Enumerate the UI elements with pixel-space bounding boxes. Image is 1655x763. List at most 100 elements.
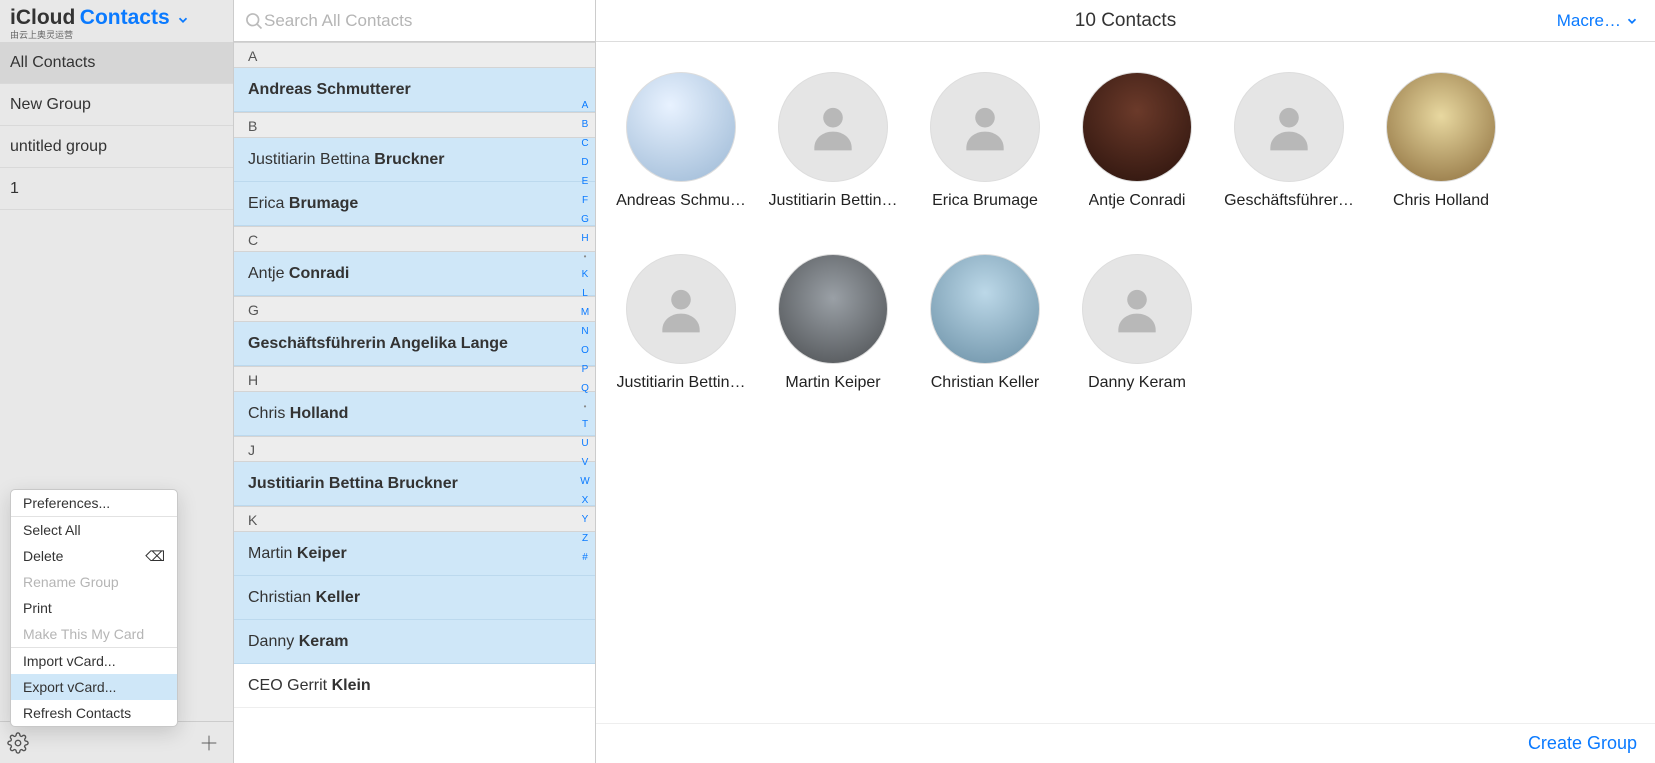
backspace-icon: ⌫ xyxy=(145,543,165,569)
contact-row[interactable]: Danny Keram xyxy=(234,620,595,664)
contact-card[interactable]: Erica Brumage xyxy=(930,72,1040,210)
alpha-jump[interactable]: • xyxy=(584,402,587,411)
avatar-photo xyxy=(778,254,888,364)
sidebar-item[interactable]: New Group xyxy=(0,84,233,126)
alpha-jump[interactable]: Y xyxy=(582,514,589,525)
search-input[interactable] xyxy=(264,11,585,31)
sort-label: Macre… xyxy=(1557,11,1621,31)
alpha-jump[interactable]: X xyxy=(582,495,589,506)
section-header: A xyxy=(234,42,595,68)
create-group-link[interactable]: Create Group xyxy=(1528,733,1637,754)
app-brand[interactable]: iCloud Contacts 由云上奥灵运营 xyxy=(0,0,233,42)
alpha-jump[interactable]: P xyxy=(582,364,589,375)
contact-card[interactable]: Chris Holland xyxy=(1386,72,1496,210)
contact-name: Christian Keller xyxy=(931,374,1039,392)
alpha-jump[interactable]: B xyxy=(582,119,589,130)
plus-icon xyxy=(198,732,220,754)
contact-row[interactable]: Andreas Schmutterer xyxy=(234,68,595,112)
menu-item[interactable]: Delete⌫ xyxy=(11,543,177,569)
alpha-jump[interactable]: L xyxy=(582,288,588,299)
section-header: H xyxy=(234,366,595,392)
contact-card[interactable]: Martin Keiper xyxy=(778,254,888,392)
contact-card[interactable]: Geschäftsführer… xyxy=(1234,72,1344,210)
actions-menu[interactable]: Preferences...Select AllDelete⌫Rename Gr… xyxy=(10,489,178,727)
menu-item[interactable]: Preferences... xyxy=(11,490,177,516)
main-header: 10 Contacts Macre… xyxy=(596,0,1655,42)
brand-app: Contacts xyxy=(80,6,170,29)
alpha-jump[interactable]: N xyxy=(581,326,588,337)
alpha-index[interactable]: ABCDEFGH • KLMNOPQ • TUVWXYZ # xyxy=(577,100,593,753)
alpha-jump[interactable]: K xyxy=(582,269,589,280)
menu-item[interactable]: Import vCard... xyxy=(11,648,177,674)
alpha-jump[interactable]: A xyxy=(582,100,589,111)
alpha-jump[interactable]: O xyxy=(581,345,589,356)
contact-count: 10 Contacts xyxy=(1075,10,1176,32)
menu-item: Rename Group xyxy=(11,569,177,595)
alpha-jump[interactable]: E xyxy=(582,176,589,187)
contact-card[interactable]: Justitiarin Bettin… xyxy=(778,72,888,210)
contact-row[interactable]: Justitiarin Bettina Bruckner xyxy=(234,138,595,182)
contact-name: Justitiarin Bettin… xyxy=(769,192,898,210)
alpha-jump[interactable]: Z xyxy=(582,533,588,544)
menu-item[interactable]: Refresh Contacts xyxy=(11,700,177,726)
contact-card[interactable]: Antje Conradi xyxy=(1082,72,1192,210)
sidebar-item[interactable]: All Contacts xyxy=(0,42,233,84)
chevron-down-icon xyxy=(1625,14,1639,28)
alpha-jump[interactable]: • xyxy=(584,252,587,261)
alpha-jump[interactable]: Q xyxy=(581,383,589,394)
contact-name: Andreas Schmu… xyxy=(616,192,746,210)
alpha-jump[interactable]: H xyxy=(581,233,588,244)
sidebar-item[interactable]: 1 xyxy=(0,168,233,210)
alpha-jump[interactable]: U xyxy=(581,438,588,449)
menu-item[interactable]: Select All xyxy=(11,517,177,543)
alpha-jump[interactable]: D xyxy=(581,157,588,168)
menu-item[interactable]: Export vCard... xyxy=(11,674,177,700)
sort-dropdown[interactable]: Macre… xyxy=(1557,11,1639,31)
alpha-jump[interactable]: G xyxy=(581,214,589,225)
contact-row[interactable]: Martin Keiper xyxy=(234,532,595,576)
sidebar-item[interactable]: untitled group xyxy=(0,126,233,168)
brand-sub: 由云上奥灵运营 xyxy=(10,28,223,41)
contact-name: Martin Keiper xyxy=(785,374,880,392)
contact-row[interactable]: CEO Gerrit Klein xyxy=(234,664,595,708)
contact-row[interactable]: Chris Holland xyxy=(234,392,595,436)
gear-icon xyxy=(7,732,29,754)
section-header: J xyxy=(234,436,595,462)
contact-card[interactable]: Danny Keram xyxy=(1082,254,1192,392)
menu-item: Make This My Card xyxy=(11,621,177,647)
contact-row[interactable]: Justitiarin Bettina Bruckner xyxy=(234,462,595,506)
alpha-jump[interactable]: M xyxy=(581,307,589,318)
settings-button[interactable] xyxy=(4,729,32,757)
contact-card[interactable]: Andreas Schmu… xyxy=(626,72,736,210)
alpha-jump[interactable]: # xyxy=(582,552,588,563)
brand-icloud: iCloud xyxy=(10,6,75,29)
avatar-placeholder xyxy=(626,254,736,364)
contact-row[interactable]: Erica Brumage xyxy=(234,182,595,226)
contact-row[interactable]: Christian Keller xyxy=(234,576,595,620)
alpha-jump[interactable]: V xyxy=(582,457,589,468)
contact-name: Geschäftsführer… xyxy=(1224,192,1354,210)
alpha-jump[interactable]: C xyxy=(581,138,588,149)
contact-row[interactable]: Antje Conradi xyxy=(234,252,595,296)
contact-name: Antje Conradi xyxy=(1089,192,1186,210)
alpha-jump[interactable]: F xyxy=(582,195,588,206)
contact-name: Chris Holland xyxy=(1393,192,1489,210)
menu-item[interactable]: Print xyxy=(11,595,177,621)
contact-name: Erica Brumage xyxy=(932,192,1038,210)
contact-card[interactable]: Justitiarin Bettin… xyxy=(626,254,736,392)
section-header: C xyxy=(234,226,595,252)
main-pane: 10 Contacts Macre… Andreas Schmu… Justiti… xyxy=(596,0,1655,763)
avatar-placeholder xyxy=(778,72,888,182)
contact-card[interactable]: Christian Keller xyxy=(930,254,1040,392)
contact-grid: Andreas Schmu… Justitiarin Bettin… Erica B… xyxy=(596,42,1655,723)
sidebar-footer xyxy=(0,721,233,763)
alpha-jump[interactable]: W xyxy=(580,476,589,487)
contact-name: Danny Keram xyxy=(1088,374,1186,392)
alpha-jump[interactable]: T xyxy=(582,419,588,430)
add-button[interactable] xyxy=(195,729,223,757)
avatar-photo xyxy=(1386,72,1496,182)
contact-list[interactable]: AAndreas Schmutterer B Justitiarin Bettina… xyxy=(234,42,595,763)
contact-row[interactable]: Geschäftsführerin Angelika Lange xyxy=(234,322,595,366)
search-bar[interactable] xyxy=(234,0,595,42)
section-header: B xyxy=(234,112,595,138)
